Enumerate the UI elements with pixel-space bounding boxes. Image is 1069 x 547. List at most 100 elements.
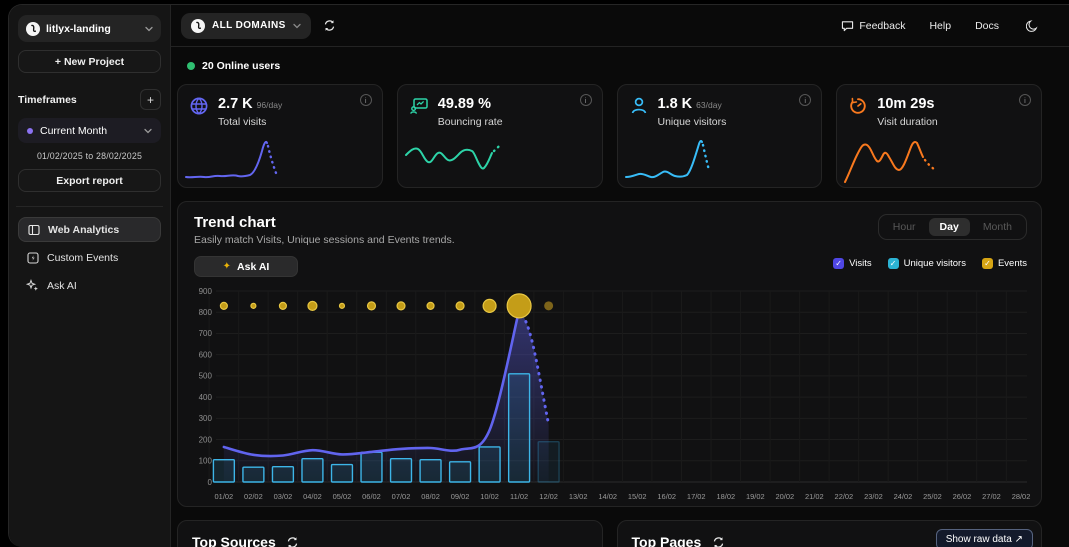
svg-text:13/02: 13/02 (569, 492, 588, 501)
svg-text:22/02: 22/02 (835, 492, 854, 501)
mode-day[interactable]: Day (929, 218, 970, 236)
topbar: ALL DOMAINS Feedback Help Docs (171, 5, 1069, 47)
top-sources-title: Top Sources (192, 534, 276, 547)
legend-unique-visitors[interactable]: Unique visitors (888, 258, 966, 269)
help-button[interactable]: Help (929, 20, 951, 32)
svg-text:27/02: 27/02 (982, 492, 1001, 501)
checkbox-icon (888, 258, 899, 269)
y-axis-labels: 0100200300400500600700800900 (199, 287, 213, 487)
svg-text:15/02: 15/02 (628, 492, 647, 501)
svg-text:11/02: 11/02 (510, 492, 528, 501)
timeframe-value: Current Month (40, 125, 137, 137)
timer-icon (848, 96, 868, 116)
feedback-button[interactable]: Feedback (841, 20, 905, 32)
svg-text:14/02: 14/02 (598, 492, 617, 501)
timeframe-dot-icon (27, 128, 33, 134)
project-name: litlyx-landing (46, 23, 139, 35)
new-project-button[interactable]: + New Project (18, 50, 161, 73)
app-window: litlyx-landing + New Project Timeframes … (8, 4, 1069, 547)
duration-sparkline (841, 133, 971, 185)
mode-hour[interactable]: Hour (882, 218, 927, 236)
granularity-toggle: Hour Day Month (878, 214, 1027, 240)
sparkle-icon: ✦ (223, 262, 231, 272)
info-icon[interactable] (580, 94, 592, 106)
legend-visits[interactable]: Visits (833, 258, 872, 269)
checkbox-icon (982, 258, 993, 269)
online-dot-icon (187, 62, 195, 70)
mode-month[interactable]: Month (972, 218, 1023, 236)
svg-text:100: 100 (199, 457, 213, 466)
svg-text:600: 600 (199, 350, 213, 359)
info-icon[interactable] (360, 94, 372, 106)
export-report-button[interactable]: Export report (18, 169, 161, 192)
stat-label: Unique visitors (658, 116, 727, 128)
checkbox-icon (833, 258, 844, 269)
sidebar-item-ask-ai[interactable]: Ask AI (18, 273, 161, 298)
theme-moon-icon[interactable] (1023, 17, 1041, 35)
stat-card-unique-visitors[interactable]: 1.8 K63/day Unique visitors (617, 84, 823, 188)
svg-text:200: 200 (199, 435, 213, 444)
stat-label: Total visits (218, 116, 282, 128)
timeframe-date-range: 01/02/2025 to 28/02/2025 (18, 151, 161, 161)
svg-text:19/02: 19/02 (746, 492, 765, 501)
show-raw-data-button[interactable]: Show raw data ↗ (936, 529, 1033, 547)
project-selector[interactable]: litlyx-landing (18, 15, 161, 42)
add-timeframe-button[interactable]: + (140, 89, 161, 110)
events-dots (220, 294, 553, 318)
sidebar-item-label: Custom Events (47, 252, 118, 264)
sidebar-item-web-analytics[interactable]: Web Analytics (18, 217, 161, 242)
svg-text:09/02: 09/02 (451, 492, 470, 501)
svg-text:02/02: 02/02 (244, 492, 263, 501)
stat-label: Bouncing rate (438, 116, 503, 128)
svg-text:23/02: 23/02 (864, 492, 883, 501)
user-icon (629, 96, 649, 116)
stat-cards-row: 2.7 K96/day Total visits (177, 84, 1042, 188)
svg-text:01/02: 01/02 (215, 492, 234, 501)
domains-selector[interactable]: ALL DOMAINS (181, 13, 311, 39)
litlyx-logo-icon (191, 19, 205, 33)
svg-text:900: 900 (199, 287, 213, 296)
timeframe-select[interactable]: Current Month (18, 118, 161, 143)
svg-text:06/02: 06/02 (362, 492, 381, 501)
stat-card-total-visits[interactable]: 2.7 K96/day Total visits (177, 84, 383, 188)
online-users-label: 20 Online users (202, 60, 280, 72)
svg-text:12/02: 12/02 (539, 492, 558, 501)
sidebar-item-label: Web Analytics (48, 224, 119, 236)
svg-text:26/02: 26/02 (953, 492, 972, 501)
refresh-icon[interactable] (709, 533, 727, 547)
web-analytics-icon (27, 223, 40, 236)
stat-card-visit-duration[interactable]: 10m 29s Visit duration (836, 84, 1042, 188)
svg-text:16/02: 16/02 (657, 492, 676, 501)
domains-label: ALL DOMAINS (212, 20, 286, 31)
trend-chart-svg: 010020030040050060070080090001/0202/0203… (188, 285, 1031, 505)
sidebar: litlyx-landing + New Project Timeframes … (9, 5, 171, 547)
svg-text:25/02: 25/02 (923, 492, 942, 501)
svg-text:10/02: 10/02 (480, 492, 499, 501)
ask-ai-button[interactable]: ✦ Ask AI (194, 256, 298, 277)
legend-events[interactable]: Events (982, 258, 1027, 269)
svg-text:21/02: 21/02 (805, 492, 824, 501)
info-icon[interactable] (1019, 94, 1031, 106)
refresh-icon[interactable] (284, 533, 302, 547)
litlyx-logo-icon (26, 22, 40, 36)
trend-chart[interactable]: 010020030040050060070080090001/0202/0203… (188, 285, 1031, 505)
sidebar-item-label: Ask AI (47, 280, 77, 292)
docs-button[interactable]: Docs (975, 20, 999, 32)
sidebar-item-custom-events[interactable]: Custom Events (18, 245, 161, 270)
svg-text:18/02: 18/02 (716, 492, 735, 501)
stat-card-bouncing-rate[interactable]: 49.89 % Bouncing rate (397, 84, 603, 188)
svg-text:28/02: 28/02 (1012, 492, 1031, 501)
visits-sparkline (182, 133, 312, 185)
svg-text:700: 700 (199, 329, 213, 338)
chat-bubble-icon (841, 20, 854, 32)
chevron-down-icon (145, 26, 153, 32)
refresh-icon[interactable] (321, 17, 339, 35)
main-area: ALL DOMAINS Feedback Help Docs 20 Online… (171, 5, 1069, 547)
svg-text:07/02: 07/02 (392, 492, 411, 501)
stat-label: Visit duration (877, 116, 938, 128)
trend-chart-card: Trend chart Easily match Visits, Unique … (177, 201, 1042, 507)
top-pages-card: Top Pages Show raw data ↗ (617, 520, 1043, 547)
bottom-cards-row: Top Sources Top Pages Show raw data ↗ (177, 520, 1042, 547)
bounce-board-icon (409, 96, 429, 116)
stat-value: 2.7 K (218, 96, 253, 112)
